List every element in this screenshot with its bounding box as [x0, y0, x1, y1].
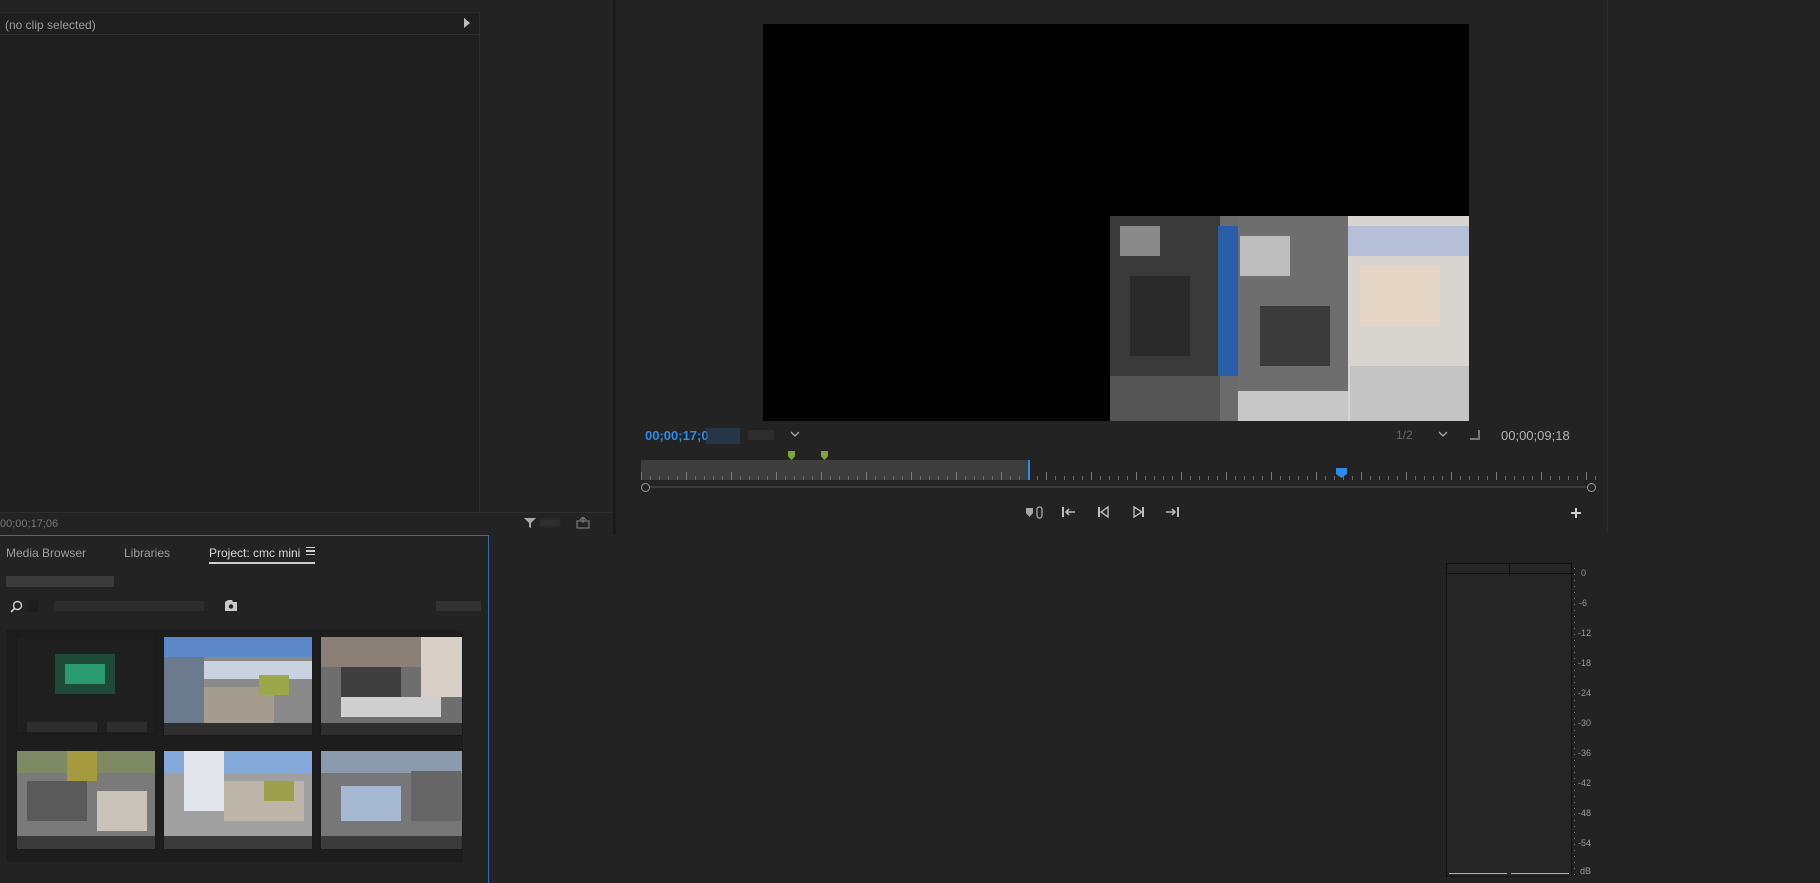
db-label: -54	[1578, 838, 1592, 848]
chevron-down-icon	[1438, 431, 1448, 437]
project-item-clip[interactable]	[163, 636, 313, 736]
ruler-major-ticks	[641, 460, 1596, 480]
search-icon	[10, 600, 23, 613]
zoom-scrollbar[interactable]	[641, 483, 1596, 492]
marker-link-icon	[1026, 506, 1043, 519]
project-item-clip[interactable]	[320, 636, 463, 736]
go-to-in-button[interactable]	[1058, 501, 1080, 523]
scroll-handle-left[interactable]	[641, 483, 650, 492]
step-back-icon	[1098, 505, 1109, 519]
item-count-blurred	[436, 601, 481, 611]
duration-timecode: 00;00;09;18	[1501, 428, 1570, 443]
filter-icon[interactable]	[524, 517, 536, 529]
tab-label: Libraries	[124, 546, 171, 560]
db-label: dB	[1580, 866, 1592, 876]
meter-level-left	[1449, 873, 1507, 874]
zoom-level-dropdown[interactable]	[748, 426, 804, 444]
hamburger-menu-icon[interactable]	[306, 547, 315, 555]
db-label: -42	[1578, 778, 1592, 788]
tab-project[interactable]: Project: cmc mini	[209, 544, 315, 564]
db-label: -18	[1578, 658, 1592, 668]
pip-video-clip	[1110, 216, 1469, 421]
project-panel: Media Browser Libraries Project: cmc min…	[0, 535, 489, 883]
project-item-clip[interactable]	[16, 750, 156, 850]
video-frame	[763, 24, 1469, 421]
go-to-out-button[interactable]	[1161, 501, 1183, 523]
tab-label: Media Browser	[6, 546, 87, 560]
step-back-to-in-icon	[1062, 507, 1075, 517]
project-item-clip[interactable]	[320, 750, 463, 850]
project-item-clip[interactable]	[163, 750, 313, 850]
no-clip-label: (no clip selected)	[5, 18, 96, 32]
meter-level-right	[1511, 873, 1569, 874]
db-label: 0	[1581, 568, 1587, 578]
timecode-overlay-blur	[706, 428, 740, 444]
add-marker-button[interactable]	[1024, 501, 1046, 523]
meter-top-bar	[1447, 573, 1573, 574]
effect-controls-timecode: 00;00;17;06	[0, 518, 59, 530]
play-button[interactable]	[1127, 501, 1149, 523]
resolution-dropdown[interactable]: 1/2	[1396, 426, 1456, 444]
db-label: -12	[1578, 628, 1592, 638]
project-items-grid	[6, 630, 463, 862]
go-to-out-icon	[1166, 507, 1179, 517]
effect-controls-panel: (no clip selected)	[0, 12, 480, 512]
export-frame-icon[interactable]	[576, 517, 590, 529]
program-monitor-panel: 00;00;17;0 1/2 00;00;09;18	[616, 0, 1608, 533]
tab-label: Project: cmc mini	[209, 546, 301, 560]
in-out-boundary	[1028, 460, 1030, 480]
time-ruler[interactable]	[641, 460, 1596, 480]
current-timecode[interactable]: 00;00;17;0	[645, 428, 709, 443]
audio-meter	[1446, 563, 1573, 877]
tab-libraries[interactable]: Libraries	[124, 544, 170, 562]
button-editor[interactable]	[1565, 502, 1587, 524]
resolution-label: 1/2	[1396, 428, 1413, 442]
effect-controls-header: (no clip selected)	[0, 13, 480, 35]
scroll-handle-right[interactable]	[1587, 483, 1596, 492]
db-label: -24	[1578, 688, 1592, 698]
play-icon	[1133, 505, 1144, 519]
project-path-blurred	[6, 576, 114, 587]
chevron-down-icon	[790, 431, 800, 437]
marker-green-1[interactable]	[788, 451, 795, 460]
project-item-sequence[interactable]	[16, 636, 156, 734]
plus-icon	[1571, 508, 1581, 518]
db-label: -36	[1578, 748, 1592, 758]
db-label: -6	[1579, 598, 1588, 608]
meter-scale-line	[1574, 568, 1575, 876]
marker-green-2[interactable]	[821, 451, 828, 460]
db-label: -30	[1578, 718, 1592, 728]
tab-media-browser[interactable]: Media Browser	[6, 544, 86, 562]
search-input[interactable]	[6, 598, 206, 614]
step-back-button[interactable]	[1092, 501, 1114, 523]
new-search-bin-button[interactable]	[224, 599, 238, 617]
play-arrow-icon[interactable]	[464, 18, 470, 28]
new-bin-icon	[225, 600, 237, 611]
meter-channel-divider	[1509, 564, 1510, 576]
effect-controls-timecode-bar: 00;00;17;06	[0, 512, 612, 532]
settings-wrench-icon[interactable]	[1470, 430, 1480, 440]
blurred-control	[540, 519, 560, 527]
db-label: -48	[1578, 808, 1592, 818]
